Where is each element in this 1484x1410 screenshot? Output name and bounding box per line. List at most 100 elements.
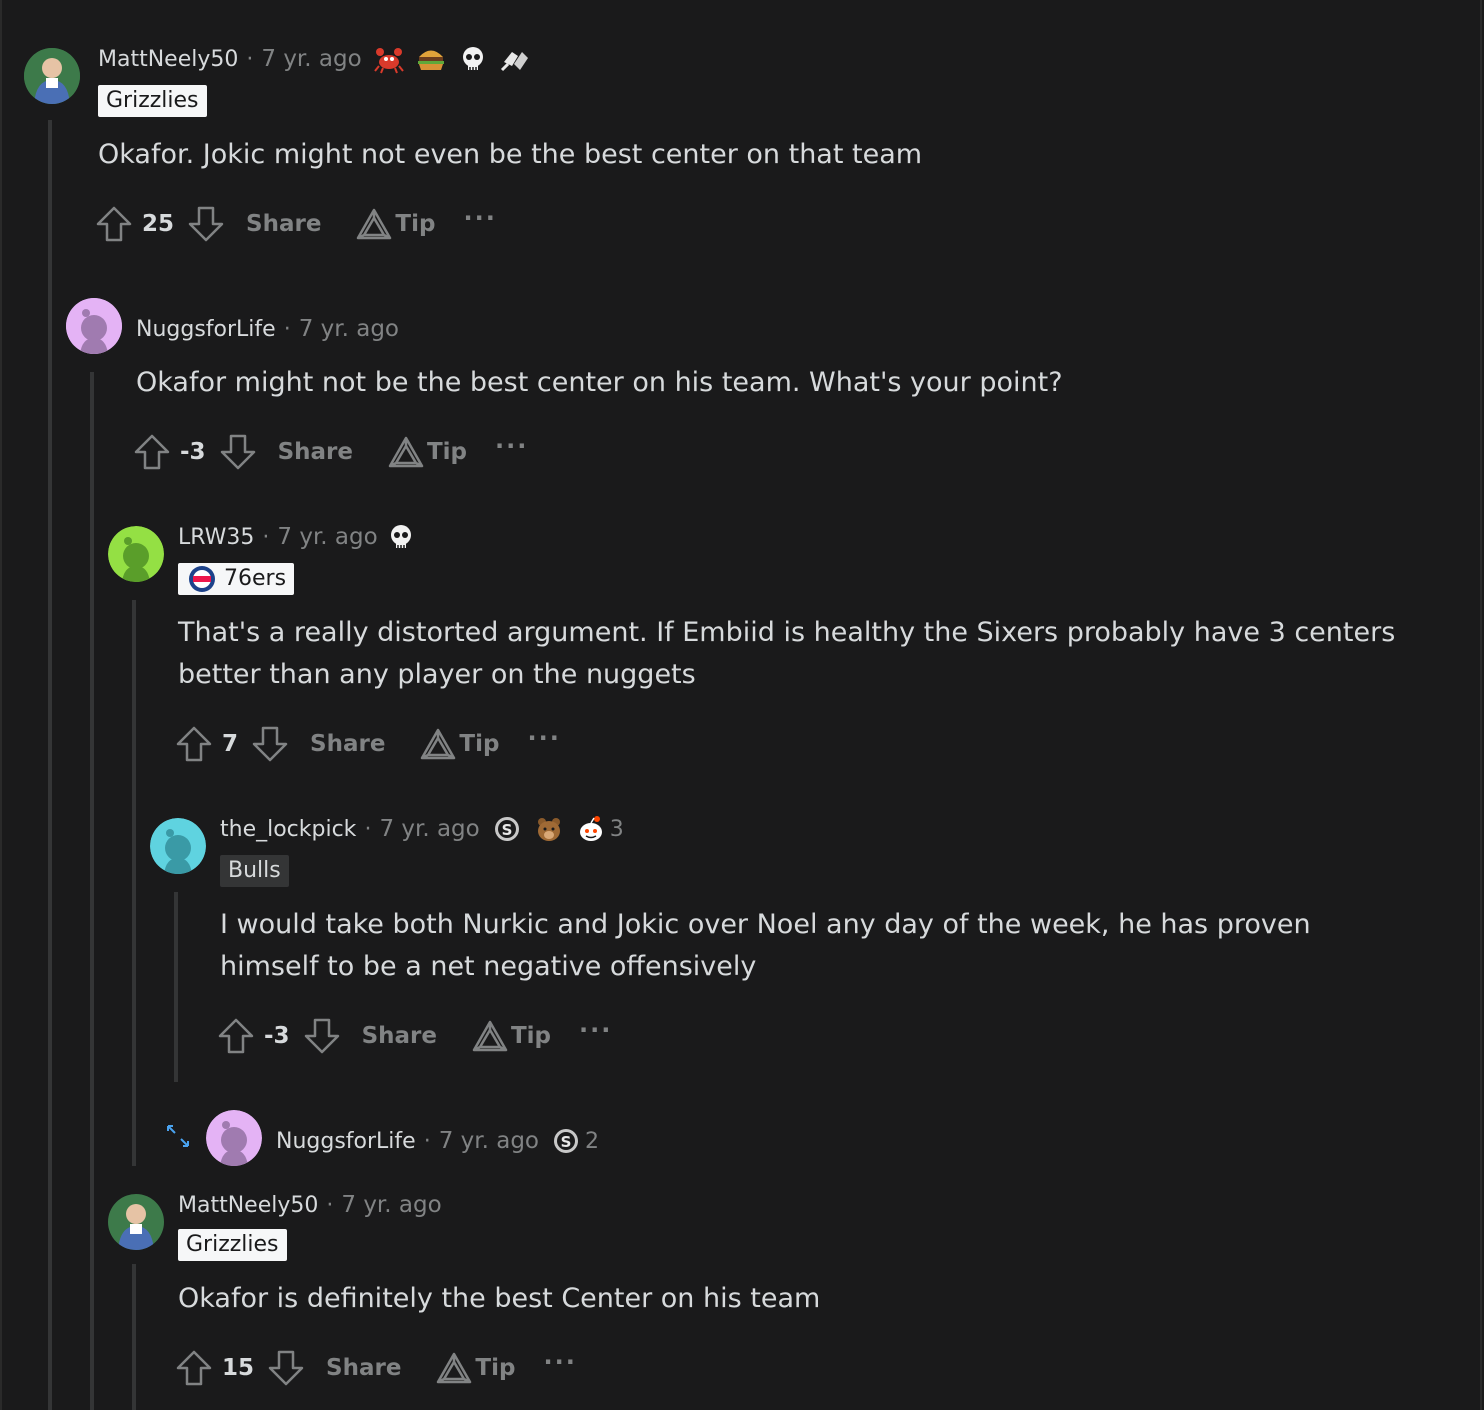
downvote-icon[interactable] <box>302 1016 342 1056</box>
silver-award-icon[interactable]: S <box>551 1126 581 1156</box>
comment-body-line-1: I would take both Nurkic and Jokic over … <box>220 909 1311 940</box>
burger-award-icon[interactable] <box>416 44 446 74</box>
vote-score: 15 <box>222 1355 255 1381</box>
avatar[interactable] <box>24 48 80 104</box>
upvote-icon[interactable] <box>216 1016 256 1056</box>
avatar[interactable] <box>206 1110 262 1166</box>
crab-award-icon[interactable] <box>373 44 404 74</box>
upvote-icon[interactable] <box>132 432 172 472</box>
vote-score: -3 <box>180 439 206 465</box>
username[interactable]: LRW35 <box>178 525 254 550</box>
share-button[interactable]: Share <box>362 1023 437 1049</box>
award-count: 2 <box>585 1128 599 1154</box>
tip-icon <box>437 1352 472 1384</box>
thread-line-level-3b[interactable] <box>132 1264 136 1410</box>
timestamp[interactable]: 7 yr. ago <box>439 1128 539 1154</box>
user-flair: 76ers <box>178 563 295 595</box>
expand-icon[interactable] <box>164 1122 192 1150</box>
separator: · <box>364 816 372 842</box>
upvote-icon[interactable] <box>174 1348 214 1388</box>
thread-line-level-3[interactable] <box>132 600 136 1166</box>
more-options-button[interactable]: ··· <box>527 724 560 752</box>
snoo-avatar-icon <box>206 1110 262 1166</box>
separator: · <box>283 316 291 342</box>
avatar[interactable] <box>108 526 164 582</box>
timestamp[interactable]: 7 yr. ago <box>299 316 399 342</box>
share-button[interactable]: Share <box>310 731 385 757</box>
tip-label: Tip <box>475 1355 516 1381</box>
user-photo-icon <box>108 1194 164 1250</box>
user-photo-icon <box>24 48 80 104</box>
vote-score: -3 <box>264 1023 290 1049</box>
timestamp[interactable]: 7 yr. ago <box>277 524 377 550</box>
tip-icon <box>421 728 456 760</box>
user-flair: Grizzlies <box>98 85 207 117</box>
tip-icon <box>357 208 392 240</box>
avatar[interactable] <box>108 1194 164 1250</box>
more-options-button[interactable]: ··· <box>579 1016 612 1044</box>
tip-button[interactable]: Tip <box>435 1351 515 1385</box>
tip-label: Tip <box>459 731 500 757</box>
comment-body-line-2: better than any player on the nuggets <box>178 659 696 690</box>
snoo-avatar-icon <box>150 818 206 874</box>
avatar[interactable] <box>66 298 122 354</box>
more-options-button[interactable]: ··· <box>495 432 528 460</box>
silver-award-icon[interactable]: S <box>492 814 522 844</box>
tip-icon <box>388 436 424 468</box>
separator: · <box>423 1128 431 1154</box>
username[interactable]: the_lockpick <box>220 817 356 842</box>
username[interactable]: NuggsforLife <box>136 317 276 342</box>
comment-body-line-1: That's a really distorted argument. If E… <box>178 617 1396 648</box>
username[interactable]: NuggsforLife <box>276 1129 416 1154</box>
vote-score: 25 <box>142 211 175 237</box>
bear-award-icon[interactable] <box>534 814 564 844</box>
share-button[interactable]: Share <box>326 1355 401 1381</box>
skull-award-icon[interactable] <box>386 522 416 552</box>
svg-text:S: S <box>561 1133 572 1151</box>
snoo-award-icon[interactable] <box>576 814 606 844</box>
comment-body: Okafor. Jokic might not even be the best… <box>98 139 923 170</box>
skull-award-icon[interactable] <box>458 44 488 74</box>
snoo-avatar-icon <box>66 298 122 354</box>
tip-label: Tip <box>510 1023 552 1049</box>
username[interactable]: MattNeely50 <box>178 1193 318 1218</box>
timestamp[interactable]: 7 yr. ago <box>341 1192 441 1218</box>
share-button[interactable]: Share <box>246 211 321 237</box>
thread-line-level-2[interactable] <box>90 372 94 1410</box>
upvote-icon[interactable] <box>94 204 134 244</box>
timestamp[interactable]: 7 yr. ago <box>261 46 361 72</box>
timestamp[interactable]: 7 yr. ago <box>379 816 479 842</box>
76ers-logo-icon <box>189 566 215 592</box>
tip-icon <box>472 1020 508 1052</box>
tip-button[interactable]: Tip <box>387 435 467 469</box>
separator: · <box>246 46 254 72</box>
thread-line-level-1[interactable] <box>48 120 52 1410</box>
downvote-icon[interactable] <box>250 724 290 764</box>
snoo-avatar-icon <box>108 526 164 582</box>
avatar[interactable] <box>150 818 206 874</box>
fist-bump-award-icon[interactable] <box>500 44 530 74</box>
more-options-button[interactable]: ··· <box>463 204 496 232</box>
downvote-icon[interactable] <box>186 204 226 244</box>
user-flair: Bulls <box>220 855 289 887</box>
comment-body: Okafor is definitely the best Center on … <box>178 1283 821 1314</box>
tip-button[interactable]: Tip <box>471 1019 551 1053</box>
thread-line-level-4[interactable] <box>174 892 178 1082</box>
downvote-icon[interactable] <box>266 1348 306 1388</box>
tip-button[interactable]: Tip <box>355 207 435 241</box>
downvote-icon[interactable] <box>218 432 258 472</box>
separator: · <box>262 524 270 550</box>
separator: · <box>326 1192 334 1218</box>
share-button[interactable]: Share <box>278 439 353 465</box>
tip-label: Tip <box>395 211 436 237</box>
award-count: 3 <box>609 816 624 842</box>
tip-label: Tip <box>426 439 468 465</box>
user-flair: Grizzlies <box>178 1229 287 1261</box>
comment-body-line-2: himself to be a net negative offensively <box>220 951 757 982</box>
comment-body: Okafor might not be the best center on h… <box>136 367 1063 398</box>
more-options-button[interactable]: ··· <box>543 1348 576 1376</box>
svg-text:S: S <box>501 821 512 839</box>
username[interactable]: MattNeely50 <box>98 47 238 72</box>
tip-button[interactable]: Tip <box>419 727 499 761</box>
upvote-icon[interactable] <box>174 724 214 764</box>
